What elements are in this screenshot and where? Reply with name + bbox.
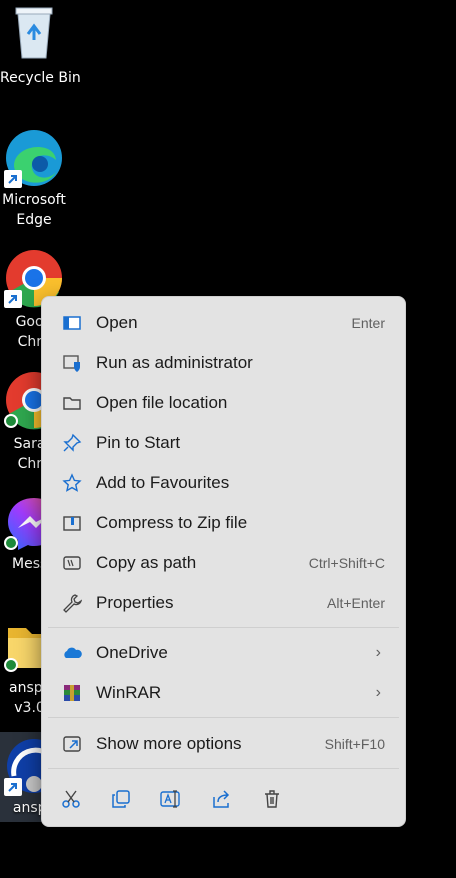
star-icon	[62, 473, 82, 493]
menu-item-label: Open file location	[96, 393, 228, 412]
menu-item-copy-as-path[interactable]: Copy as path Ctrl+Shift+C	[48, 545, 399, 581]
folder-icon	[62, 393, 82, 413]
winrar-icon	[62, 683, 82, 703]
cut-button[interactable]	[57, 785, 85, 813]
desktop-icon-recycle-bin[interactable]: Recycle Bin	[0, 0, 81, 92]
shortcut-arrow-icon	[4, 290, 22, 308]
menu-item-label: Open	[96, 313, 138, 332]
rename-icon	[160, 790, 180, 808]
share-button[interactable]	[208, 785, 236, 813]
shortcut-arrow-icon	[4, 778, 22, 796]
wrench-icon	[62, 593, 82, 613]
menu-item-label: Show more options	[96, 734, 242, 753]
recycle-bin-label: Recycle Bin	[0, 70, 81, 86]
menu-item-label: Run as administrator	[96, 353, 253, 372]
recycle-bin-icon	[15, 7, 53, 59]
menu-item-shortcut: Shift+F10	[324, 736, 385, 752]
onedrive-icon	[62, 643, 82, 663]
menu-item-label: Pin to Start	[96, 433, 181, 452]
context-menu: Open Enter Run as administrator Open fil…	[41, 296, 406, 827]
menu-item-label: Properties	[96, 593, 174, 612]
menu-item-winrar[interactable]: WinRAR ›	[48, 675, 399, 711]
menu-item-show-more-options[interactable]: Show more options Shift+F10	[48, 726, 399, 762]
menu-item-onedrive[interactable]: OneDrive ›	[48, 635, 399, 671]
cut-icon	[62, 790, 80, 808]
copy-icon	[112, 790, 130, 808]
shield-icon	[62, 353, 82, 373]
menu-item-shortcut: Ctrl+Shift+C	[308, 555, 385, 571]
menu-item-pin-to-start[interactable]: Pin to Start	[48, 425, 399, 461]
menu-item-label: Copy as path	[96, 553, 197, 572]
menu-separator	[48, 717, 399, 718]
copy-path-icon	[62, 553, 82, 573]
copy-button[interactable]	[107, 785, 135, 813]
menu-separator	[48, 768, 399, 769]
menu-item-add-to-favourites[interactable]: Add to Favourites	[48, 465, 399, 501]
chevron-right-icon: ›	[375, 644, 381, 661]
menu-item-shortcut: Alt+Enter	[327, 595, 385, 611]
menu-item-run-as-admin[interactable]: Run as administrator	[48, 345, 399, 381]
shortcut-arrow-icon	[4, 170, 22, 188]
sync-check-icon	[4, 536, 18, 550]
menu-separator	[48, 627, 399, 628]
zip-icon	[62, 513, 82, 533]
sync-check-icon	[4, 658, 18, 672]
delete-button[interactable]	[258, 785, 286, 813]
menu-item-shortcut: Enter	[351, 315, 385, 331]
menu-item-label: WinRAR	[96, 683, 162, 702]
share-icon	[213, 790, 230, 808]
menu-item-properties[interactable]: Properties Alt+Enter	[48, 585, 399, 621]
edge-label-line2: Edge	[16, 212, 52, 228]
menu-item-label: Compress to Zip file	[96, 513, 248, 532]
menu-item-open-file-location[interactable]: Open file location	[48, 385, 399, 421]
open-icon	[62, 313, 82, 333]
sync-check-icon	[4, 414, 18, 428]
menu-item-compress-zip[interactable]: Compress to Zip file	[48, 505, 399, 541]
menu-item-open[interactable]: Open Enter	[48, 305, 399, 341]
rename-button[interactable]	[157, 785, 185, 813]
edge-label-line1: Microsoft	[2, 192, 66, 208]
desktop-icon-edge[interactable]: Microsoft Edge	[0, 124, 68, 234]
delete-icon	[265, 790, 279, 808]
chevron-right-icon: ›	[375, 684, 381, 701]
menu-item-label: Add to Favourites	[96, 473, 230, 492]
show-more-icon	[62, 734, 82, 754]
pin-icon	[62, 433, 82, 453]
menu-item-label: OneDrive	[96, 643, 168, 662]
